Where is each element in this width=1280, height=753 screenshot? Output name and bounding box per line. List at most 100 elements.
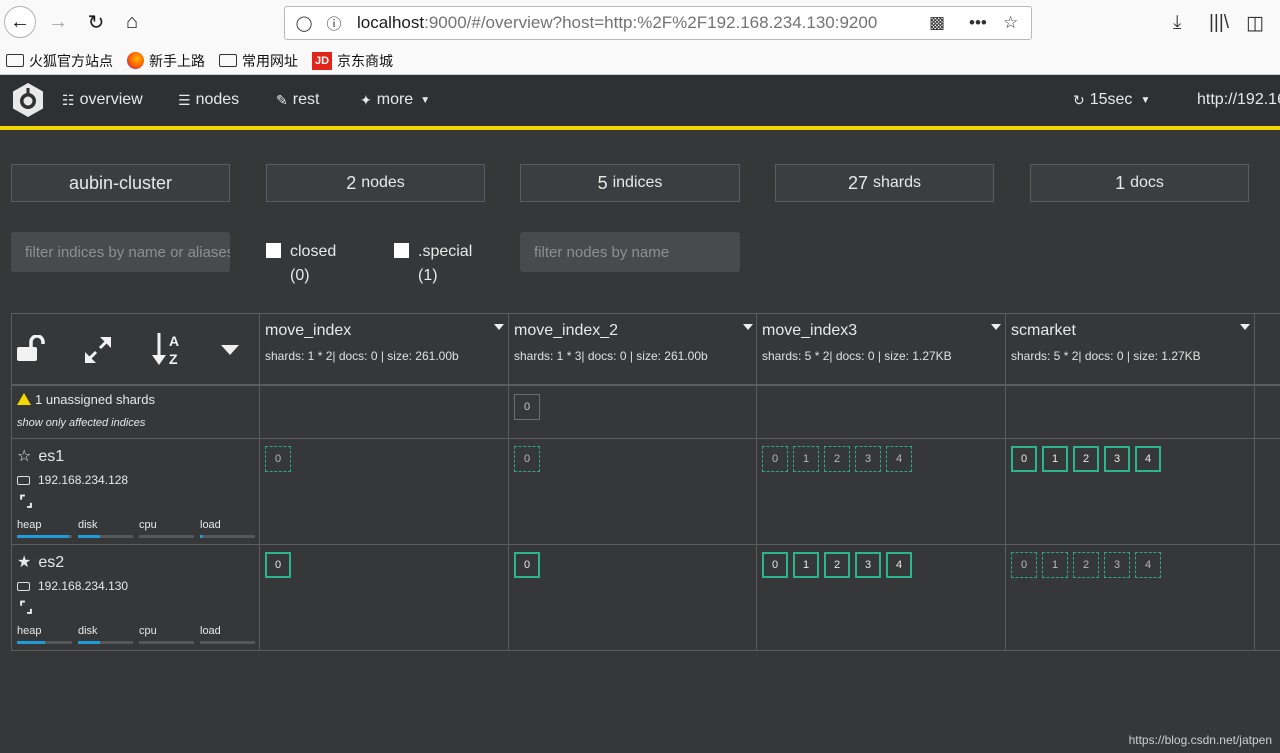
replica-shard[interactable]: 4 bbox=[1135, 552, 1161, 578]
jd-logo-icon: JD bbox=[312, 51, 332, 70]
bookmark-common-sites[interactable]: 常用网址 bbox=[219, 51, 298, 71]
warning-icon bbox=[17, 393, 31, 405]
info-icon[interactable]: ⓘ bbox=[323, 13, 345, 34]
url-text[interactable]: localhost:9000/#/overview?host=http:%2F%… bbox=[357, 13, 897, 33]
index-menu-caret-icon[interactable] bbox=[494, 324, 504, 330]
filter-indices-input[interactable] bbox=[11, 232, 230, 272]
browser-toolbar: ← → ↻ ⌂ ◯ ⓘ localhost:9000/#/overview?ho… bbox=[0, 0, 1280, 47]
index-menu-caret-icon[interactable] bbox=[743, 324, 753, 330]
special-checkbox[interactable] bbox=[394, 243, 409, 258]
show-affected-indices-link[interactable]: show only affected indices bbox=[17, 417, 145, 429]
replica-shard[interactable]: 3 bbox=[855, 446, 881, 472]
affected-link-text: show only affected indices bbox=[17, 417, 146, 429]
qr-code-icon[interactable]: ▩ bbox=[929, 13, 945, 33]
primary-shard[interactable]: 3 bbox=[1104, 446, 1130, 472]
replica-shard[interactable]: 0 bbox=[762, 446, 788, 472]
metric-bar-heap bbox=[17, 641, 72, 644]
reload-icon[interactable]: ↻ bbox=[80, 6, 112, 38]
index-menu-caret-icon[interactable] bbox=[1240, 324, 1250, 330]
node-name-text: es1 bbox=[38, 448, 65, 465]
primary-shard[interactable]: 1 bbox=[1042, 446, 1068, 472]
expand-icon[interactable] bbox=[83, 335, 113, 365]
closed-filter[interactable]: closed (0) bbox=[266, 243, 336, 285]
node-ip-text: 192.168.234.130 bbox=[38, 579, 129, 593]
index-header-0[interactable]: move_index shards: 1 * 2| docs: 0 | size:… bbox=[260, 313, 507, 384]
forward-arrow-icon[interactable]: → bbox=[42, 6, 74, 38]
primary-shard[interactable]: 3 bbox=[855, 552, 881, 578]
primary-shard[interactable]: 4 bbox=[1135, 446, 1161, 472]
replica-shard[interactable]: 4 bbox=[886, 446, 912, 472]
download-icon[interactable]: ⤓ bbox=[1173, 12, 1181, 34]
index-name[interactable]: move_index_2 bbox=[514, 322, 751, 340]
bookmark-firefox-site[interactable]: 火狐官方站点 bbox=[6, 51, 113, 71]
bookmark-jd[interactable]: JD 京东商城 bbox=[312, 51, 393, 71]
replica-shard[interactable]: 1 bbox=[793, 446, 819, 472]
sort-alpha-icon[interactable]: A Z bbox=[151, 331, 185, 367]
nav-more[interactable]: ✦ more ▼ bbox=[360, 91, 430, 109]
replica-shard[interactable]: 3 bbox=[1104, 552, 1130, 578]
cluster-name: aubin-cluster bbox=[68, 172, 173, 193]
primary-shard[interactable]: 2 bbox=[1073, 446, 1099, 472]
closed-checkbox[interactable] bbox=[266, 243, 281, 258]
overview-grid: A Z 1 unassigned shards show only affect… bbox=[11, 313, 1280, 651]
tools-dropdown-caret-icon[interactable] bbox=[221, 345, 239, 355]
shards-count-label: shards bbox=[873, 174, 922, 191]
cerebro-logo-icon[interactable] bbox=[11, 82, 45, 118]
primary-shard[interactable]: 0 bbox=[514, 552, 540, 578]
node-name[interactable]: ★ es2 bbox=[17, 552, 64, 572]
bookmark-label: 京东商城 bbox=[337, 52, 393, 69]
svg-text:Z: Z bbox=[169, 351, 178, 367]
replica-shard[interactable]: 0 bbox=[514, 446, 540, 472]
primary-shard[interactable]: 1 bbox=[793, 552, 819, 578]
index-name[interactable]: scmarket bbox=[1011, 322, 1248, 340]
indices-count-label: indices bbox=[612, 174, 663, 191]
node-name[interactable]: ☆ es1 bbox=[17, 446, 64, 466]
replica-shard[interactable]: 0 bbox=[265, 446, 291, 472]
primary-shard[interactable]: 4 bbox=[886, 552, 912, 578]
grid-line bbox=[11, 650, 1280, 651]
nav-rest[interactable]: ✎ rest bbox=[276, 91, 319, 109]
index-menu-caret-icon[interactable] bbox=[991, 324, 1001, 330]
library-icon[interactable]: |||\ bbox=[1209, 12, 1229, 34]
replica-shard[interactable]: 2 bbox=[1073, 552, 1099, 578]
primary-shard[interactable]: 2 bbox=[824, 552, 850, 578]
replica-shard[interactable]: 2 bbox=[824, 446, 850, 472]
home-icon[interactable]: ⌂ bbox=[116, 6, 148, 38]
index-name[interactable]: move_index bbox=[265, 322, 502, 340]
bookmark-label: 新手上路 bbox=[149, 52, 205, 69]
indices-count: 5 bbox=[597, 172, 608, 193]
unassigned-shard[interactable]: 0 bbox=[514, 394, 540, 420]
nav-overview[interactable]: ☷ overview bbox=[62, 91, 143, 109]
special-filter[interactable]: .special (1) bbox=[394, 243, 472, 285]
index-meta: shards: 1 * 2| docs: 0 | size: 261.00b bbox=[265, 349, 459, 363]
index-name[interactable]: move_index3 bbox=[762, 322, 999, 340]
unassigned-shards-label: 1 unassigned shards bbox=[17, 392, 155, 407]
refresh-interval[interactable]: ↻ 15sec ▼ bbox=[1073, 91, 1150, 109]
primary-shard[interactable]: 0 bbox=[265, 552, 291, 578]
replica-shard[interactable]: 1 bbox=[1042, 552, 1068, 578]
caret-down-icon: ▼ bbox=[420, 94, 431, 106]
more-actions-icon[interactable]: ••• bbox=[969, 13, 987, 33]
primary-shard[interactable]: 0 bbox=[762, 552, 788, 578]
grid-line bbox=[1254, 313, 1255, 651]
firefox-icon bbox=[127, 52, 144, 69]
unassigned-text: 1 unassigned shards bbox=[35, 392, 155, 407]
host-link[interactable]: http://192.168.234.130:9200 bbox=[1197, 91, 1280, 109]
index-header-1[interactable]: move_index_2 shards: 1 * 3| docs: 0 | siz… bbox=[509, 313, 756, 384]
back-arrow-icon[interactable]: ← bbox=[4, 6, 36, 38]
node-name-text: es2 bbox=[38, 554, 65, 571]
docs-count: 1 bbox=[1115, 172, 1126, 193]
metric-bar-fill bbox=[17, 641, 45, 644]
url-bar[interactable]: ◯ ⓘ localhost:9000/#/overview?host=http:… bbox=[284, 6, 1032, 40]
filter-nodes-input[interactable] bbox=[520, 232, 740, 272]
primary-shard[interactable]: 0 bbox=[1011, 446, 1037, 472]
replica-shard[interactable]: 0 bbox=[1011, 552, 1037, 578]
sidebar-icon[interactable]: ◫ bbox=[1246, 12, 1264, 35]
bookmark-getting-started[interactable]: 新手上路 bbox=[127, 51, 205, 71]
index-header-3[interactable]: scmarket shards: 5 * 2| docs: 0 | size: 1… bbox=[1006, 313, 1253, 384]
unlock-icon[interactable] bbox=[15, 335, 47, 363]
index-header-2[interactable]: move_index3 shards: 5 * 2| docs: 0 | size… bbox=[757, 313, 1004, 384]
star-bookmark-icon[interactable]: ☆ bbox=[1003, 13, 1018, 33]
grid-line bbox=[11, 313, 12, 651]
nav-nodes[interactable]: ☰ nodes bbox=[178, 91, 239, 109]
